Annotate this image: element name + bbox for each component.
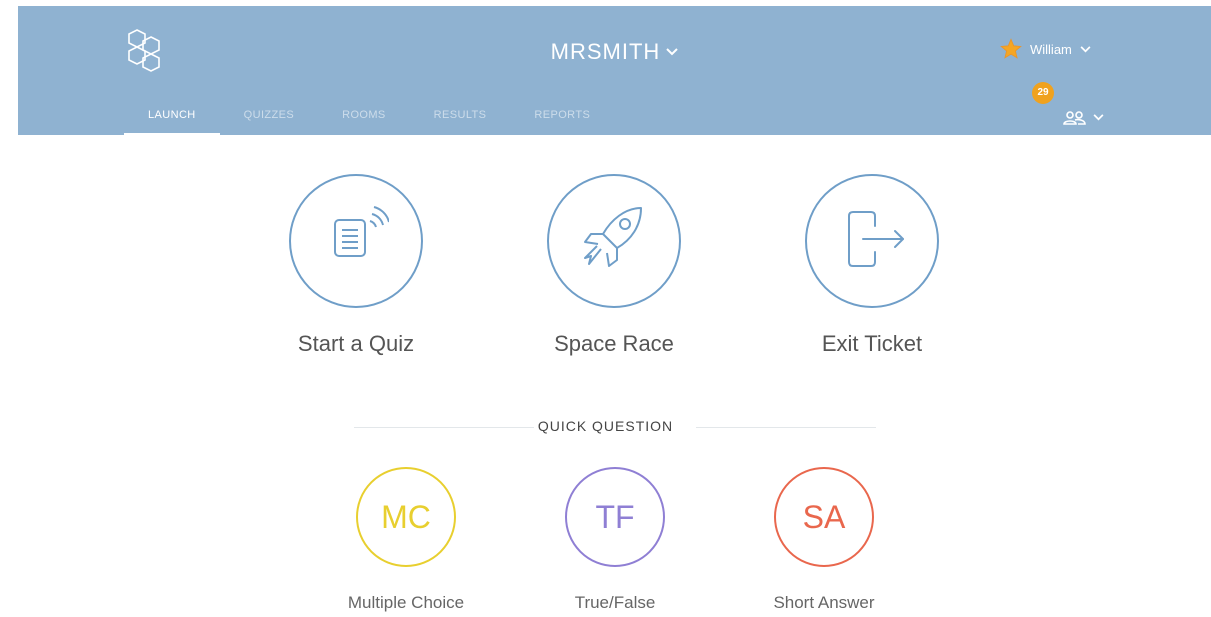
exit-ticket-label: Exit Ticket (821, 331, 923, 356)
true-false-button[interactable]: TF True/False (565, 467, 665, 613)
students-icon (1063, 111, 1086, 125)
true-false-label: True/False (574, 593, 656, 612)
chevron-down-icon (1093, 114, 1104, 121)
top-header: MRSMITH William LAUNCH QUIZZES ROOMS RES… (18, 6, 1211, 135)
true-false-circle[interactable]: TF (565, 467, 665, 567)
space-race-button[interactable]: Space Race (547, 174, 681, 357)
start-quiz-label: Start a Quiz (297, 331, 415, 356)
tab-rooms[interactable]: ROOMS (318, 103, 410, 129)
short-answer-circle[interactable]: SA (774, 467, 874, 567)
student-count-badge: 29 (1032, 82, 1054, 104)
rocket-icon (584, 207, 642, 267)
start-quiz-circle[interactable] (289, 174, 423, 308)
tab-results[interactable]: RESULTS (410, 103, 511, 129)
short-answer-label: Short Answer (773, 593, 875, 612)
exit-door-icon (848, 211, 904, 267)
tab-quizzes[interactable]: QUIZZES (220, 103, 318, 129)
tab-launch[interactable]: LAUNCH (124, 103, 220, 135)
tab-reports[interactable]: REPORTS (510, 103, 614, 129)
start-quiz-button[interactable]: Start a Quiz (289, 174, 423, 357)
user-name: William (1030, 41, 1072, 57)
space-race-circle[interactable] (547, 174, 681, 308)
students-menu[interactable] (1046, 90, 1116, 130)
quick-question-heading: QUICK QUESTION (537, 418, 674, 434)
star-icon (1000, 38, 1022, 59)
room-name: MRSMITH (550, 39, 661, 64)
chevron-down-icon (666, 36, 679, 62)
multiple-choice-circle[interactable]: MC (356, 467, 456, 567)
exit-ticket-button[interactable]: Exit Ticket (805, 174, 939, 357)
space-race-label: Space Race (554, 331, 674, 356)
chevron-down-icon (1080, 45, 1091, 52)
exit-ticket-circle[interactable] (805, 174, 939, 308)
quiz-document-icon (334, 206, 389, 257)
main-nav: LAUNCH QUIZZES ROOMS RESULTS REPORTS (124, 103, 614, 135)
multiple-choice-button[interactable]: MC Multiple Choice (348, 467, 464, 613)
user-menu[interactable]: William (1000, 38, 1091, 60)
short-answer-button[interactable]: SA Short Answer (773, 467, 875, 613)
multiple-choice-label: Multiple Choice (347, 593, 465, 612)
